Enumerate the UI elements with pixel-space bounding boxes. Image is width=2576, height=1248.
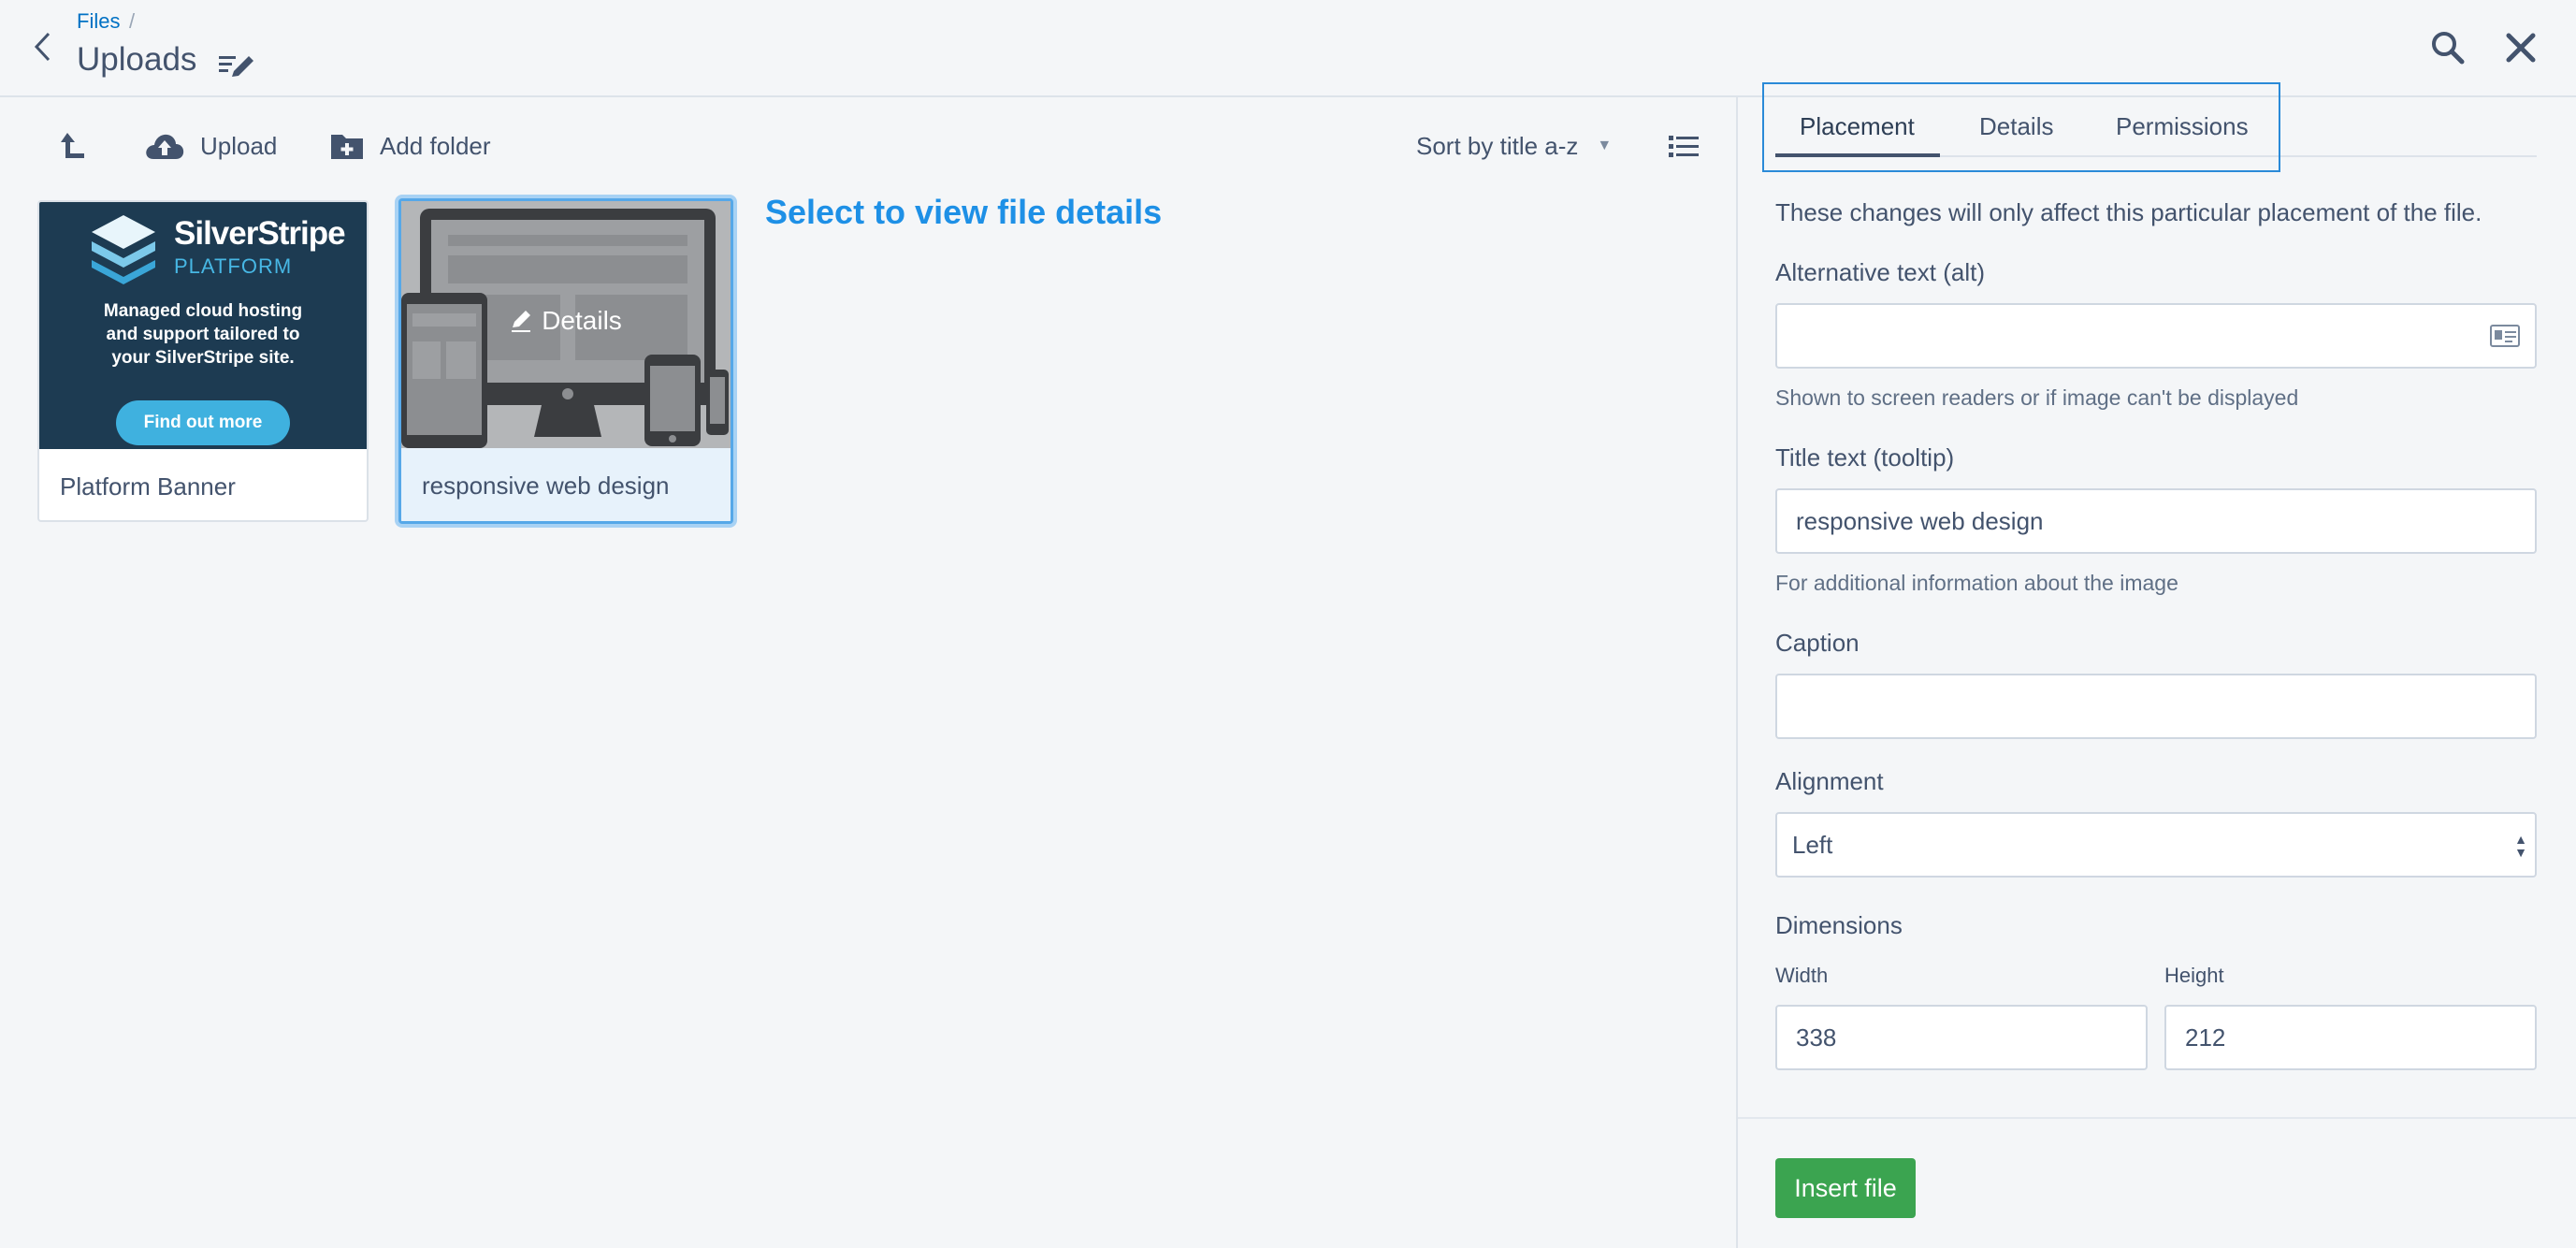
caption-label: Caption xyxy=(1775,629,1860,657)
sort-label: Sort by title a-z xyxy=(1416,131,1579,160)
width-label: Width xyxy=(1775,964,1829,987)
responsive-web-design-thumbnail: Details xyxy=(401,201,731,448)
alignment-label: Alignment xyxy=(1775,767,1884,795)
tab-details[interactable]: Details xyxy=(1979,112,2053,141)
add-folder-button[interactable]: Add folder xyxy=(329,125,491,167)
close-button[interactable] xyxy=(2501,28,2540,67)
cloud-upload-icon xyxy=(146,134,184,159)
gallery-item-title: responsive web design xyxy=(401,448,731,521)
breadcrumb-separator: / xyxy=(129,9,136,33)
close-icon xyxy=(2506,33,2536,63)
alt-text-input[interactable] xyxy=(1775,303,2537,369)
list-view-button[interactable] xyxy=(1667,131,1700,163)
active-tab-indicator xyxy=(1775,153,1940,157)
details-overlay[interactable]: Details xyxy=(491,295,641,347)
sort-dropdown[interactable]: Sort by title a-z ▼ xyxy=(1416,127,1612,165)
edit-folder-button[interactable] xyxy=(217,51,258,82)
breadcrumb-files-link[interactable]: Files xyxy=(77,9,120,34)
search-icon xyxy=(2432,32,2465,65)
dimensions-label: Dimensions xyxy=(1775,911,1903,939)
banner-line: and support tailored to xyxy=(106,325,300,344)
title-text-label: Title text (tooltip) xyxy=(1775,443,1955,472)
add-folder-label: Add folder xyxy=(380,131,491,160)
search-button[interactable] xyxy=(2428,28,2467,67)
gallery-item-platform-banner[interactable]: SilverStripe PLATFORM Managed cloud host… xyxy=(37,200,369,522)
parent-folder-button[interactable] xyxy=(58,125,103,167)
banner-description: Managed cloud hosting and support tailor… xyxy=(39,299,367,370)
insert-file-button[interactable]: Insert file xyxy=(1775,1158,1916,1218)
alignment-value: Left xyxy=(1792,830,1833,859)
select-arrows-icon: ▲ ▼ xyxy=(2514,832,2527,860)
list-icon xyxy=(1669,136,1699,157)
pencil-icon xyxy=(512,311,531,332)
page-title: Uploads xyxy=(77,41,197,78)
placement-note: These changes will only affect this part… xyxy=(1775,198,2482,226)
caret-down-icon: ▼ xyxy=(1597,138,1613,153)
chevron-left-icon xyxy=(34,32,51,62)
caption-input[interactable] xyxy=(1775,674,2537,739)
height-label: Height xyxy=(2164,964,2224,987)
level-up-icon xyxy=(61,133,84,158)
gallery-item-title: Platform Banner xyxy=(60,472,236,501)
platform-banner-thumbnail: SilverStripe PLATFORM Managed cloud host… xyxy=(39,202,367,449)
id-card-icon xyxy=(2490,325,2520,347)
banner-cta-button: Find out more xyxy=(116,400,290,445)
alt-text-label: Alternative text (alt) xyxy=(1775,258,1985,286)
alt-text-help: Shown to screen readers or if image can'… xyxy=(1775,385,2299,410)
banner-brand-text: SilverStripe xyxy=(174,215,346,252)
title-text-value: responsive web design xyxy=(1796,506,2044,535)
height-value: 212 xyxy=(2185,1023,2226,1052)
width-value: 338 xyxy=(1796,1023,1837,1052)
banner-line: Managed cloud hosting xyxy=(103,301,303,321)
upload-label: Upload xyxy=(200,131,278,160)
title-text-help: For additional information about the ima… xyxy=(1775,571,2178,595)
height-input[interactable]: 212 xyxy=(2164,1005,2537,1070)
header: Files / Uploads xyxy=(0,0,2576,97)
add-folder-icon xyxy=(331,135,363,159)
width-input[interactable]: 338 xyxy=(1775,1005,2148,1070)
back-button[interactable] xyxy=(26,28,58,65)
silverstripe-logo-icon xyxy=(92,215,155,284)
footer-divider xyxy=(1738,1117,2576,1119)
title-text-input[interactable]: responsive web design xyxy=(1775,488,2537,554)
tab-permissions[interactable]: Permissions xyxy=(2116,112,2249,141)
select-hint-text: Select to view file details xyxy=(765,193,1163,231)
upload-button[interactable]: Upload xyxy=(144,125,277,167)
banner-platform-text: PLATFORM xyxy=(174,254,293,278)
tab-placement[interactable]: Placement xyxy=(1800,112,1915,141)
edit-list-icon xyxy=(219,56,253,77)
banner-line: your SilverStripe site. xyxy=(111,348,295,368)
alignment-select[interactable]: Left ▲ ▼ xyxy=(1775,812,2537,878)
gallery-item-responsive-web-design[interactable]: Details responsive web design xyxy=(398,198,733,524)
details-overlay-label: Details xyxy=(542,306,622,335)
